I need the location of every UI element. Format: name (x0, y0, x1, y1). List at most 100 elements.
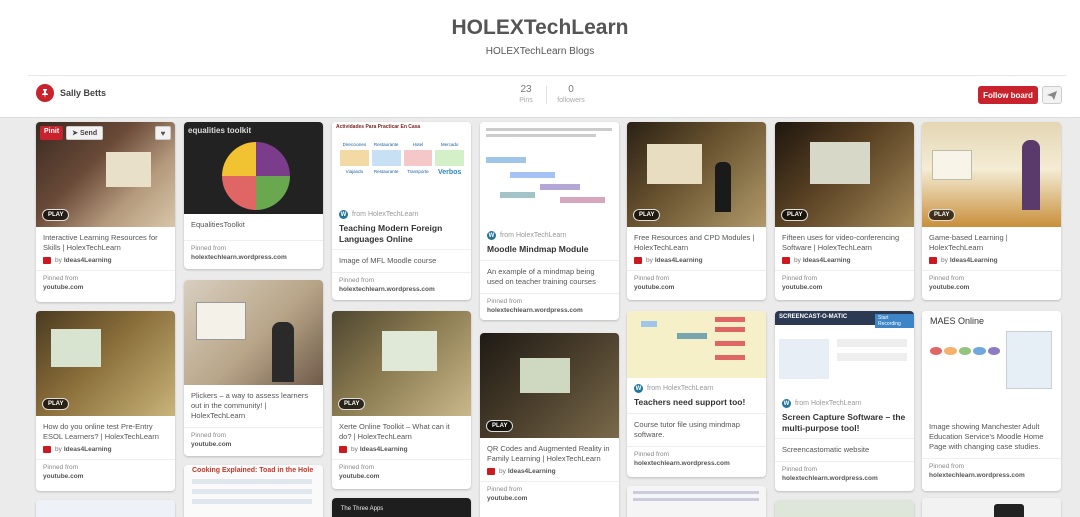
pins-stat[interactable]: 23 Pins (501, 84, 551, 104)
mindmap-node (715, 341, 745, 346)
pin-card[interactable]: PLAY Fifteen uses for video-conferencing… (775, 122, 914, 300)
play-button[interactable]: PLAY (486, 420, 514, 432)
pin-image[interactable]: Cooking Explained: Toad in the Hole (184, 465, 323, 517)
pinned-from[interactable]: Pinned from youtube.com (184, 427, 323, 455)
content-box (779, 339, 829, 379)
content-bar (837, 353, 907, 361)
pin-description: Xerte Online Toolkit – What can it do? |… (339, 422, 450, 442)
pinit-button[interactable]: Pinit (40, 126, 64, 140)
send-board-button[interactable] (1042, 86, 1062, 104)
pin-description: Interactive Learning Resources for Skill… (43, 233, 158, 253)
play-button[interactable]: PLAY (633, 209, 661, 221)
pin-image[interactable] (36, 500, 175, 517)
pin-card[interactable] (627, 486, 766, 517)
pin-title[interactable]: Screen Capture Software – the multi-purp… (775, 408, 914, 433)
pin-card[interactable]: SCREENCAST-O-MATIC Start Recording Wfrom… (775, 311, 914, 491)
like-button[interactable]: ♥ (155, 126, 171, 140)
pin-title[interactable]: Teachers need support too! (627, 393, 766, 408)
pinned-from[interactable]: Pinned from holextechlearn.wordpress.com (627, 445, 766, 474)
play-button[interactable]: PLAY (42, 209, 70, 221)
pin-card[interactable]: Wfrom HolexTechLearn Moodle Mindmap Modu… (480, 122, 619, 320)
wordpress-icon: W (487, 231, 496, 240)
followers-stat[interactable]: 0 followers (546, 84, 596, 104)
pinned-from[interactable]: Pinned from youtube.com (627, 270, 766, 298)
content-bar (837, 339, 907, 347)
pin-image[interactable]: SCREENCAST-O-MATIC Start Recording (775, 311, 914, 393)
pinned-from[interactable]: Pinned from holextechlearn.wordpress.com (332, 272, 471, 300)
pin-image[interactable]: PLAY (922, 122, 1061, 227)
pin-image[interactable] (184, 280, 323, 385)
pin-attribution: by Ideas4Learning (922, 253, 1061, 265)
pin-card[interactable]: equalities toolkit EqualitiesToolkit Pin… (184, 122, 323, 269)
pin-image[interactable] (627, 486, 766, 517)
thumb-caption: MAES Online (930, 316, 985, 326)
pin-image[interactable] (627, 311, 766, 378)
play-button[interactable]: PLAY (42, 398, 70, 410)
mindmap-node (540, 184, 580, 190)
cartoon-character (1022, 140, 1040, 210)
pinned-from[interactable]: Pinned from holextechlearn.wordpress.com (184, 240, 323, 268)
thumb-caption: The Three Apps (340, 506, 384, 512)
pin-card[interactable]: PLAY Free Resources and CPD Modules | Ho… (627, 122, 766, 300)
pin-image[interactable]: PLAY (627, 122, 766, 227)
follow-board-button[interactable]: Follow board (978, 86, 1038, 104)
pin-title[interactable]: Teaching Modern Foreign Languages Online (332, 219, 471, 244)
play-button[interactable]: PLAY (928, 209, 956, 221)
pinned-from[interactable]: Pinned from youtube.com (775, 270, 914, 298)
board-owner[interactable]: Sally Betts (36, 84, 106, 102)
send-button[interactable]: ➤ Send (66, 126, 104, 140)
pin-image[interactable]: equalities toolkit (184, 122, 323, 214)
screen-shape (520, 358, 570, 393)
pin-card[interactable]: Plickers – a way to assess learners out … (184, 280, 323, 456)
thumb-caption: SCREENCAST-O-MATIC (779, 314, 848, 320)
pin-card[interactable]: Actividades Para Practicar En Casa Direc… (332, 122, 471, 300)
pin-card[interactable]: PLAY Xerte Online Toolkit – What can it … (332, 311, 471, 489)
pinned-from[interactable]: Pinned from youtube.com (922, 270, 1061, 298)
pin-image[interactable]: The Three Apps (332, 498, 471, 517)
owner-name[interactable]: Sally Betts (60, 88, 106, 98)
device-shape (994, 504, 1024, 517)
pin-description: QR Codes and Augmented Reality in Family… (487, 444, 610, 464)
pin-via: Wfrom HolexTechLearn (782, 399, 862, 408)
pinned-from[interactable]: Pinned from youtube.com (480, 481, 619, 509)
pin-card[interactable]: PLAY How do you online test Pre-Entry ES… (36, 311, 175, 491)
pin-card[interactable]: MAES Online Image showing Manchester Adu… (922, 311, 1061, 491)
pin-image[interactable] (922, 498, 1061, 517)
pin-image[interactable]: PLAY (36, 311, 175, 416)
pin-card[interactable]: Cooking Explained: Toad in the Hole (184, 465, 323, 517)
mindmap-node (510, 172, 555, 178)
pinned-from[interactable]: Pinned from holextechlearn.wordpress.com (775, 461, 914, 489)
paper-plane-icon (1047, 90, 1057, 100)
pin-card[interactable] (775, 500, 914, 517)
content-bar (192, 479, 312, 484)
pin-card[interactable]: Pinit ➤ Send ♥ PLAY Interactive Learning… (36, 122, 175, 302)
pinned-from[interactable]: Pinned from holextechlearn.wordpress.com (922, 458, 1061, 486)
play-button[interactable]: PLAY (781, 209, 809, 221)
youtube-icon (782, 257, 790, 265)
pinned-from[interactable]: Pinned from youtube.com (36, 459, 175, 487)
pin-card[interactable]: PLAY Game-based Learning | HolexTechLear… (922, 122, 1061, 300)
pin-image[interactable]: Pinit ➤ Send ♥ PLAY (36, 122, 175, 227)
pin-image[interactable]: PLAY (775, 122, 914, 227)
pinned-from[interactable]: Pinned from youtube.com (332, 459, 471, 487)
pinned-from[interactable]: Pinned from holextechlearn.wordpress.com (480, 292, 619, 320)
toolkit-wheel (222, 142, 290, 210)
board-header: HOLEXTechLearn HOLEXTechLearn Blogs Sall… (0, 0, 1080, 118)
pin-card[interactable]: The Three Apps (332, 498, 471, 517)
pin-image[interactable] (775, 500, 914, 517)
pin-card[interactable]: Wfrom HolexTechLearn Teachers need suppo… (627, 311, 766, 477)
play-button[interactable]: PLAY (338, 398, 366, 410)
mfl-grid: Direcciones Restaurante Hotel Mercado Vi… (340, 142, 464, 176)
pin-image[interactable]: Actividades Para Practicar En Casa Direc… (332, 122, 471, 204)
youtube-icon (634, 257, 642, 265)
pin-card[interactable] (36, 500, 175, 517)
pin-card[interactable] (922, 498, 1061, 517)
pin-image[interactable]: PLAY (480, 333, 619, 438)
presenter-shape (272, 322, 294, 382)
pinned-from[interactable]: Pinned from youtube.com (36, 270, 175, 298)
pin-card[interactable]: PLAY QR Codes and Augmented Reality in F… (480, 333, 619, 517)
pin-title[interactable]: Moodle Mindmap Module (480, 240, 619, 255)
pin-image[interactable]: MAES Online (922, 311, 1061, 416)
pin-image[interactable] (480, 122, 619, 225)
pin-image[interactable]: PLAY (332, 311, 471, 416)
